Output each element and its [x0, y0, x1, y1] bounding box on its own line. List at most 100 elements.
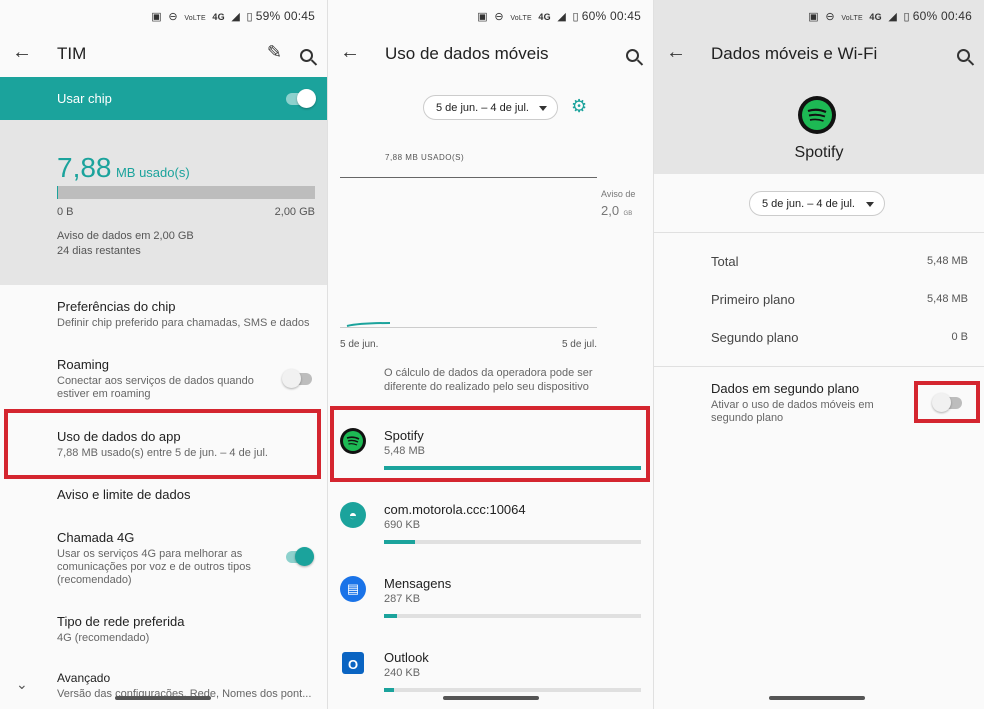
warning-value: 2,0 GB [601, 203, 633, 218]
gear-icon[interactable]: ⚙ [571, 96, 587, 117]
caret-down-icon [539, 106, 547, 111]
back-arrow-icon[interactable]: ← [340, 41, 360, 64]
app-name: Outlook [384, 650, 429, 665]
highlight-box [330, 406, 650, 482]
stat-background: Segundo plano 0 B [711, 330, 968, 345]
panel-app-data-detail: ▣ ⊖ VoLTE 4G ◢ ▯ 60% 00:46 ← Dados móveis… [654, 0, 984, 709]
vibrate-icon: ▣ [808, 11, 819, 23]
status-bar: ▣ ⊖ VoLTE 4G ◢ ▯ 60% 00:46 [654, 0, 984, 32]
use-chip-row[interactable]: Usar chip [0, 77, 327, 120]
app-usage-bar [384, 614, 641, 618]
carrier-note: O cálculo de dados da operadora pode ser… [384, 367, 593, 393]
use-chip-toggle[interactable] [286, 89, 316, 108]
app-name: Mensagens [384, 576, 452, 591]
panel-mobile-data-usage: ▣ ⊖ VoLTE 4G ◢ ▯ 60% 00:45 ← Uso de dados… [328, 0, 653, 709]
chevron-down-icon[interactable]: ⌄ [16, 676, 28, 693]
nav-handle[interactable] [115, 696, 211, 700]
4g-calling-item[interactable]: Chamada 4G Usar os serviços 4G para melh… [57, 530, 252, 587]
battery-icon: ▯ [903, 11, 910, 23]
app-usage-bar [384, 688, 641, 692]
chip-preferences-item[interactable]: Preferências do chip Definir chip prefer… [57, 299, 315, 330]
app-size: 240 KB [384, 667, 421, 679]
network-icon: 4G [538, 12, 551, 22]
background-data-toggle[interactable] [932, 393, 962, 412]
nav-handle[interactable] [443, 696, 539, 700]
volte-icon: VoLTE [510, 15, 532, 22]
dnd-icon: ⊖ [494, 11, 504, 23]
panel-sim-settings: ▣ ⊖ VoLTE 4G ◢ ▯ 59% 00:45 ← TIM ✎ Usar c… [0, 0, 327, 709]
messages-icon: ▤ [340, 576, 366, 602]
page-title: Uso de dados móveis [385, 44, 549, 63]
caret-down-icon [866, 202, 874, 207]
page-title: TIM [57, 44, 87, 63]
back-arrow-icon[interactable]: ← [12, 41, 32, 64]
clock: 00:45 [283, 9, 315, 23]
search-icon[interactable] [300, 46, 313, 67]
use-chip-label: Usar chip [57, 91, 112, 106]
background-data-item[interactable]: Dados em segundo plano Ativar o uso de d… [711, 381, 884, 425]
status-bar: ▣ ⊖ VoLTE 4G ◢ ▯ 59% 00:45 [0, 0, 327, 32]
dnd-icon: ⊖ [825, 11, 835, 23]
vibrate-icon: ▣ [151, 11, 162, 23]
battery-icon: ▯ [572, 11, 579, 23]
battery-level: 60% [912, 9, 938, 23]
android-icon: ◓ [340, 502, 366, 528]
roaming-toggle[interactable] [282, 369, 312, 388]
highlight-box [4, 409, 321, 479]
app-usage-bar [384, 540, 641, 544]
warning-label: Aviso de [601, 189, 636, 199]
search-icon[interactable] [626, 46, 639, 67]
search-icon[interactable] [957, 46, 970, 67]
signal-icon: ◢ [557, 11, 566, 23]
roaming-item[interactable]: Roaming Conectar aos serviços de dados q… [57, 357, 267, 401]
days-remaining: 24 dias restantes [57, 245, 141, 257]
clock: 00:45 [609, 9, 641, 23]
volte-icon: VoLTE [841, 15, 863, 22]
status-bar: ▣ ⊖ VoLTE 4G ◢ ▯ 60% 00:45 [328, 0, 653, 32]
clock: 00:46 [940, 9, 972, 23]
nav-handle[interactable] [769, 696, 865, 700]
usage-bar [57, 186, 315, 199]
back-arrow-icon[interactable]: ← [666, 41, 686, 64]
usage-warning: Aviso de dados em 2,00 GB [57, 230, 194, 242]
divider [654, 232, 984, 233]
app-header: Spotify [654, 77, 984, 174]
stat-foreground: Primeiro plano 5,48 MB [711, 292, 968, 307]
dnd-icon: ⊖ [168, 11, 178, 23]
battery-level: 59% [255, 9, 281, 23]
preferred-network-item[interactable]: Tipo de rede preferida 4G (recomendado) [57, 614, 315, 645]
x-axis-end: 5 de jul. [561, 339, 597, 350]
date-range-dropdown[interactable]: 5 de jun. – 4 de jul. [423, 95, 558, 120]
app-row-messages[interactable]: ▤ Mensagens 287 KB [328, 562, 653, 636]
pencil-icon[interactable]: ✎ [267, 42, 282, 63]
battery-level: 60% [581, 9, 607, 23]
app-bar: ← Uso de dados móveis [328, 32, 653, 77]
usage-min-label: 0 B [57, 206, 74, 218]
divider [654, 366, 984, 367]
chart-used-label: 7,88 MB USADO(S) [385, 153, 465, 162]
usage-amount: 7,88 MB usado(s) [57, 152, 190, 183]
app-bar: ← Dados móveis e Wi-Fi [654, 32, 984, 77]
4g-calling-toggle[interactable] [286, 547, 314, 566]
app-title: Spotify [794, 144, 844, 161]
warning-line [340, 177, 597, 178]
page-title: Dados móveis e Wi-Fi [711, 44, 878, 63]
usage-max-label: 2,00 GB [274, 206, 315, 218]
outlook-icon: O [342, 652, 364, 674]
stat-total: Total 5,48 MB [711, 254, 968, 269]
app-row-motorola[interactable]: ◓ com.motorola.ccc:10064 690 KB [328, 488, 653, 562]
signal-icon: ◢ [888, 11, 897, 23]
data-warning-limit-item[interactable]: Aviso e limite de dados [57, 487, 315, 502]
battery-icon: ▯ [246, 11, 253, 23]
app-size: 690 KB [384, 519, 421, 531]
signal-icon: ◢ [231, 11, 240, 23]
date-range-dropdown[interactable]: 5 de jun. – 4 de jul. [749, 191, 885, 216]
volte-icon: VoLTE [184, 15, 206, 22]
vibrate-icon: ▣ [477, 11, 488, 23]
network-icon: 4G [869, 12, 882, 22]
spotify-icon [798, 96, 836, 134]
app-size: 287 KB [384, 593, 421, 605]
app-name: com.motorola.ccc:10064 [384, 502, 526, 517]
x-axis-start: 5 de jun. [340, 339, 379, 350]
data-usage-summary: 7,88 MB usado(s) 0 B 2,00 GB Aviso de da… [0, 120, 327, 285]
